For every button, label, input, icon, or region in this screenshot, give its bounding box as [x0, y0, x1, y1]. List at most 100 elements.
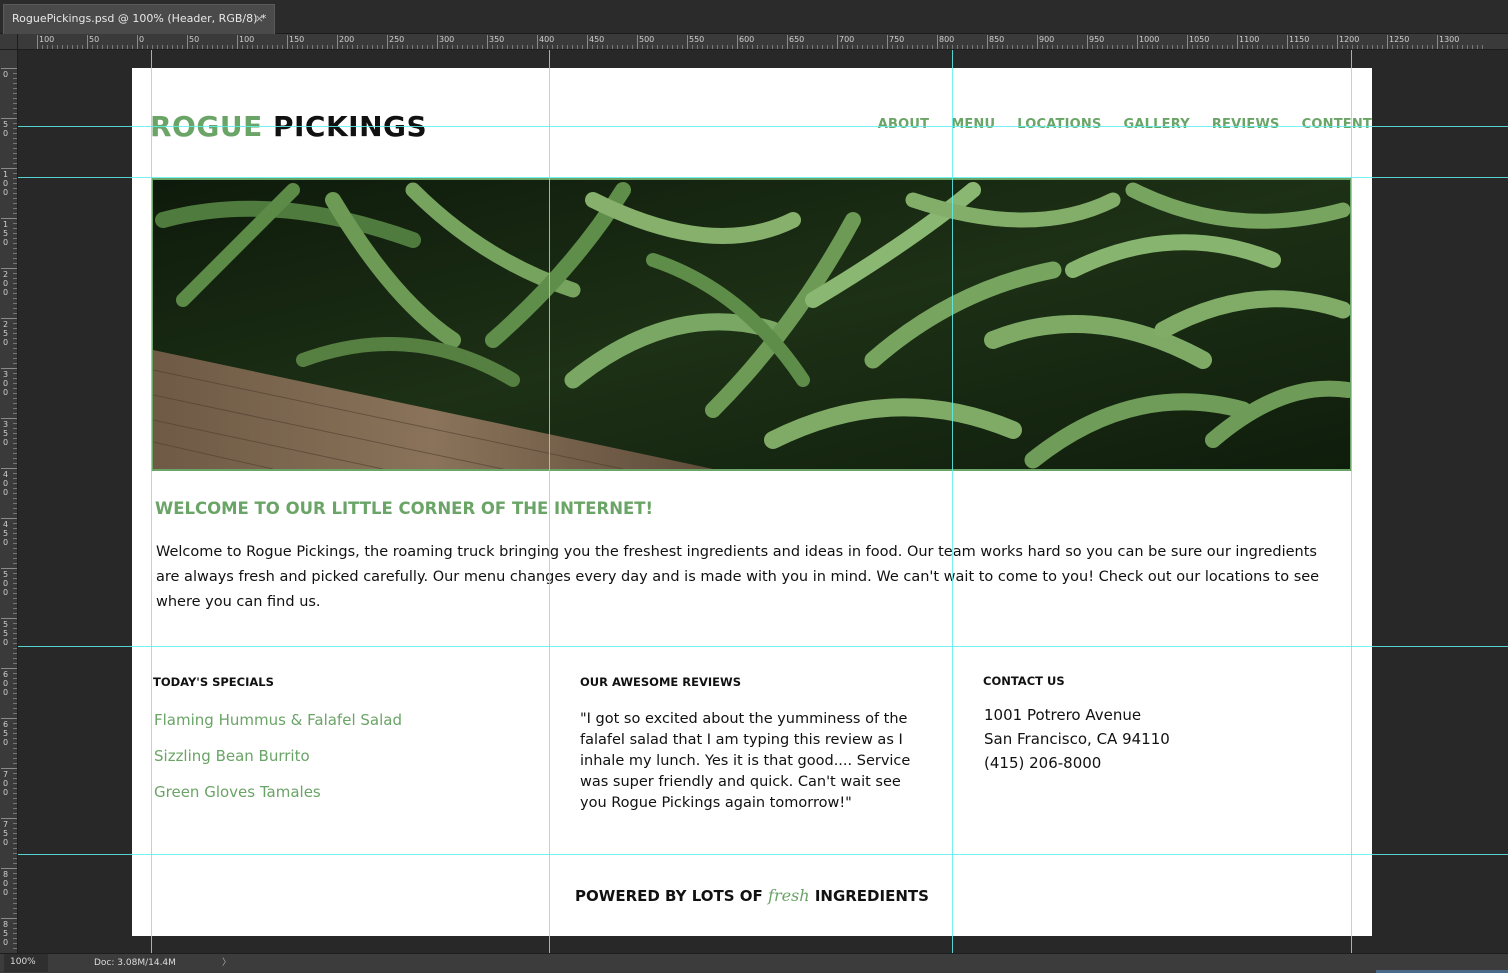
ruler-minor-tick: [13, 448, 17, 449]
ruler-minor-tick: [13, 643, 17, 644]
ruler-minor-tick: [1132, 45, 1133, 49]
ruler-minor-tick: [13, 148, 17, 149]
ruler-minor-tick: [13, 313, 17, 314]
ruler-minor-tick: [13, 533, 17, 534]
ruler-minor-tick: [13, 408, 17, 409]
nav-item-content[interactable]: CONTENT: [1302, 117, 1372, 132]
ruler-minor-tick: [232, 45, 233, 49]
ruler-minor-tick: [13, 798, 17, 799]
ruler-minor-tick: [13, 528, 17, 529]
ruler-minor-tick: [13, 603, 17, 604]
ruler-label: 900: [1039, 35, 1055, 44]
artboard-canvas[interactable]: ROGUE PICKINGS ABOUT MENU LOCATIONS GALL…: [132, 68, 1372, 936]
ruler-minor-tick: [13, 163, 17, 164]
ruler-label: 150: [289, 35, 305, 44]
ruler-minor-tick: [257, 45, 258, 49]
ruler-minor-tick: [162, 45, 163, 49]
ruler-minor-tick: [13, 398, 17, 399]
ruler-minor-tick: [467, 45, 468, 49]
ruler-minor-tick: [1452, 45, 1453, 49]
ruler-minor-tick: [13, 348, 17, 349]
ruler-minor-tick: [13, 483, 17, 484]
ruler-minor-tick: [1382, 45, 1383, 49]
ruler-minor-tick: [13, 208, 17, 209]
special-item-1[interactable]: Flaming Hummus & Falafel Salad: [154, 711, 402, 729]
ruler-minor-tick: [13, 223, 17, 224]
ruler-minor-tick: [13, 263, 17, 264]
ruler-minor-tick: [497, 45, 498, 49]
ruler-minor-tick: [522, 45, 523, 49]
ruler-origin[interactable]: [0, 34, 18, 50]
nav-item-reviews[interactable]: REVIEWS: [1212, 117, 1280, 132]
ruler-minor-tick: [962, 45, 963, 49]
status-menu-arrow-icon[interactable]: 〉: [222, 954, 231, 972]
document-tab[interactable]: RoguePickings.psd @ 100% (Header, RGB/8)…: [3, 4, 275, 34]
ruler-minor-tick: [13, 773, 17, 774]
ruler-minor-tick: [832, 45, 833, 49]
ruler-minor-tick: [13, 693, 17, 694]
ruler-label: 500: [639, 35, 655, 44]
ruler-label: 0: [3, 70, 9, 79]
ruler-minor-tick: [52, 45, 53, 49]
ruler-minor-tick: [1297, 45, 1298, 49]
ruler-minor-tick: [957, 45, 958, 49]
nav-item-gallery[interactable]: GALLERY: [1124, 117, 1190, 132]
ruler-minor-tick: [952, 45, 953, 49]
ruler-minor-tick: [1042, 45, 1043, 49]
ruler-minor-tick: [1427, 45, 1428, 49]
document-size-info[interactable]: Doc: 3.08M/14.4M: [94, 954, 176, 972]
ruler-minor-tick: [482, 45, 483, 49]
ruler-minor-tick: [102, 45, 103, 49]
ruler-minor-tick: [13, 358, 17, 359]
footer-fresh-word: fresh: [768, 886, 810, 905]
ruler-minor-tick: [13, 748, 17, 749]
ruler-minor-tick: [372, 45, 373, 49]
ruler-minor-tick: [307, 45, 308, 49]
contact-address-line-2: San Francisco, CA 94110: [984, 730, 1170, 748]
ruler-major-tick: [1037, 35, 1038, 49]
ruler-minor-tick: [13, 248, 17, 249]
ruler-minor-tick: [13, 173, 17, 174]
ruler-minor-tick: [797, 45, 798, 49]
ruler-minor-tick: [947, 45, 948, 49]
ruler-minor-tick: [13, 883, 17, 884]
close-tab-icon[interactable]: ×: [255, 5, 264, 33]
ruler-major-tick: [1337, 35, 1338, 49]
ruler-label: 600: [739, 35, 755, 44]
ruler-minor-tick: [502, 45, 503, 49]
horizontal-ruler[interactable]: 100 50 0 50 100 150 200 250 300 350 400 450 500 550 60…: [18, 34, 1508, 50]
special-item-2[interactable]: Sizzling Bean Burrito: [154, 747, 310, 765]
ruler-major-tick: [1287, 35, 1288, 49]
ruler-minor-tick: [892, 45, 893, 49]
ruler-label: 300: [439, 35, 455, 44]
zoom-level-field[interactable]: 100%: [4, 954, 48, 972]
ruler-major-tick: [1, 418, 17, 419]
ruler-minor-tick: [13, 673, 17, 674]
specials-heading: TODAY'S SPECIALS: [153, 675, 274, 689]
ruler-minor-tick: [97, 45, 98, 49]
ruler-minor-tick: [1227, 45, 1228, 49]
ruler-minor-tick: [13, 833, 17, 834]
ruler-label: 250: [3, 320, 9, 347]
ruler-major-tick: [1, 118, 17, 119]
nav-item-locations[interactable]: LOCATIONS: [1017, 117, 1101, 132]
ruler-major-tick: [1437, 35, 1438, 49]
ruler-minor-tick: [13, 283, 17, 284]
ruler-label: 300: [3, 370, 9, 397]
ruler-minor-tick: [712, 45, 713, 49]
ruler-minor-tick: [13, 323, 17, 324]
ruler-minor-tick: [1022, 45, 1023, 49]
nav-item-about[interactable]: ABOUT: [878, 117, 929, 132]
ruler-major-tick: [1, 368, 17, 369]
ruler-minor-tick: [72, 45, 73, 49]
ruler-label: 500: [3, 570, 9, 597]
ruler-minor-tick: [1432, 45, 1433, 49]
ruler-minor-tick: [1467, 45, 1468, 49]
ruler-minor-tick: [1082, 45, 1083, 49]
nav-item-menu[interactable]: MENU: [951, 117, 995, 132]
ruler-minor-tick: [527, 45, 528, 49]
ruler-minor-tick: [13, 83, 17, 84]
vertical-ruler[interactable]: 0 50 100 150 200 250 300 350 400 450 500 550 600 650 7…: [0, 50, 18, 953]
special-item-3[interactable]: Green Gloves Tamales: [154, 783, 321, 801]
ruler-minor-tick: [602, 45, 603, 49]
